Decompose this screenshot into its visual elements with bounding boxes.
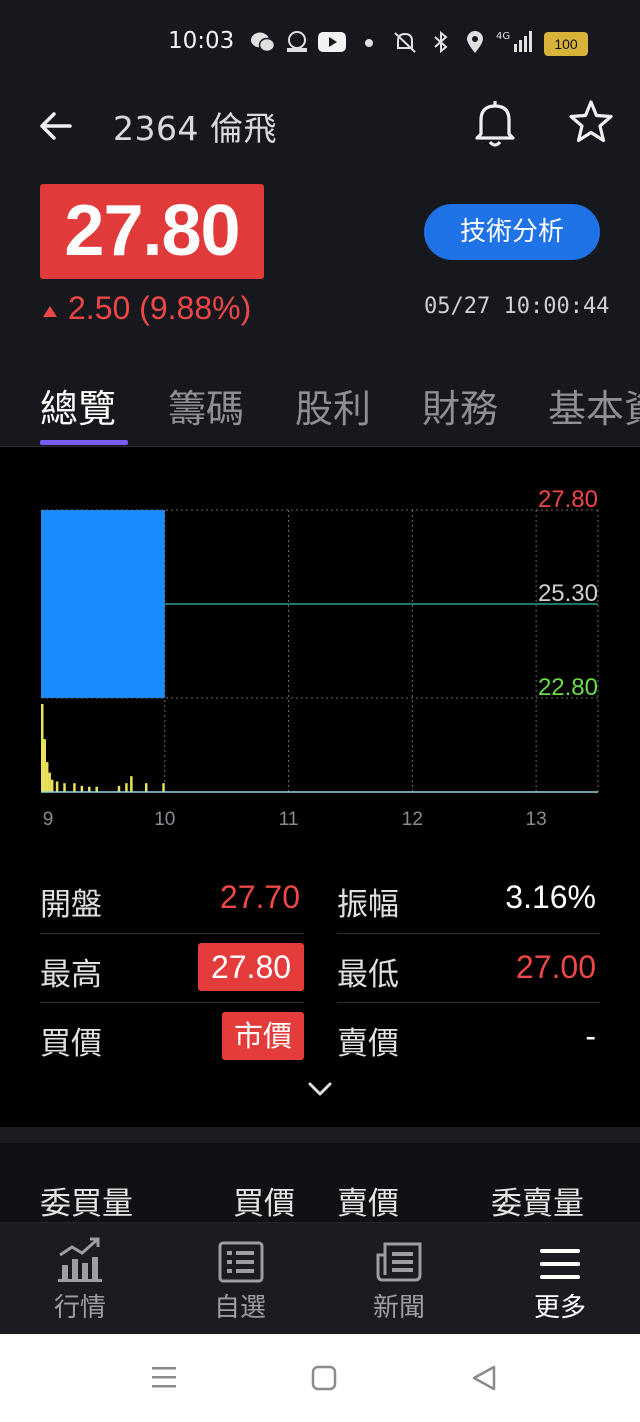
technical-analysis-button[interactable]: 技術分析 <box>424 204 600 260</box>
nav-market-label: 行情 <box>53 1293 106 1323</box>
volume-bar <box>45 762 49 792</box>
order-book-ask-price-header: 賣價 <box>337 1186 399 1222</box>
status-time: 10:03 <box>168 28 235 54</box>
order-book-bid-price-header: 買價 <box>233 1186 295 1222</box>
market-chart-icon <box>58 1237 102 1282</box>
volume-bar <box>130 776 133 792</box>
menu-icon <box>540 1249 580 1279</box>
x-tick-label: 12 <box>402 809 423 830</box>
intraday-chart[interactable]: 9 10 11 12 13 27.80 25.30 22.80 <box>0 447 640 847</box>
order-book-ask-volume-header: 委賣量 <box>491 1186 584 1222</box>
volume-bar <box>117 785 121 792</box>
last-price: 27.80 <box>40 184 264 279</box>
app-header: 2364 倫飛 <box>0 84 640 168</box>
order-book-bid-volume-header: 委買量 <box>40 1186 133 1222</box>
bid-label: 買價 <box>40 1026 102 1062</box>
x-tick-label: 11 <box>279 809 299 830</box>
x-tick-label: 10 <box>154 809 175 830</box>
volume-bar <box>50 779 54 792</box>
nav-news[interactable]: 新聞 <box>339 1223 459 1335</box>
nav-more-label: 更多 <box>533 1293 586 1323</box>
amplitude-label: 振幅 <box>337 887 399 923</box>
quote-timestamp: 05/27 10:00:44 <box>424 294 610 319</box>
dot-icon <box>365 39 373 47</box>
star-icon[interactable] <box>567 98 615 146</box>
overview-panel: 9 10 11 12 13 27.80 25.30 22.80 開盤 27.70 振幅 3.1… <box>0 447 640 1127</box>
volume-bar <box>88 786 91 792</box>
volume-bar <box>43 739 46 792</box>
mute-icon <box>394 32 416 53</box>
svg-text:4G: 4G <box>496 31 510 42</box>
ask-value: - <box>585 1018 596 1054</box>
home-icon[interactable] <box>310 1364 338 1392</box>
volume-bar <box>41 704 44 792</box>
signal-icon: 4G <box>496 31 532 52</box>
open-label: 開盤 <box>40 887 102 923</box>
tab-fundamentals[interactable]: 基本資 <box>548 378 640 433</box>
nav-more[interactable]: 更多 <box>500 1223 620 1335</box>
price-label-reference: 25.30 <box>538 580 598 607</box>
price-change: 2.50 (9.88%) <box>40 290 251 327</box>
x-tick-label: 13 <box>526 809 547 830</box>
nav-watchlist[interactable]: 自選 <box>180 1223 300 1335</box>
volume-bar <box>63 783 66 792</box>
tab-dividend[interactable]: 股利 <box>295 378 371 433</box>
back-triangle-icon[interactable] <box>470 1364 498 1392</box>
price-label-high: 27.80 <box>538 486 598 513</box>
wechat-icon <box>251 32 276 53</box>
volume-bar <box>80 785 84 792</box>
page-title: 2364 倫飛 <box>113 109 277 148</box>
low-label: 最低 <box>337 957 399 993</box>
nav-market[interactable]: 行情 <box>20 1223 140 1335</box>
price-area-fill <box>41 510 165 698</box>
tab-indicator <box>40 440 128 445</box>
youtube-icon <box>318 32 346 52</box>
x-tick-label: 9 <box>43 809 54 830</box>
low-value: 27.00 <box>515 949 596 985</box>
row-divider <box>40 1002 304 1003</box>
amplitude-value: 3.16% <box>505 879 596 915</box>
location-icon <box>467 31 483 53</box>
bid-value: 市價 <box>222 1012 304 1060</box>
high-label: 最高 <box>40 957 102 993</box>
news-icon <box>376 1242 422 1282</box>
bottom-navigation: 行情 自選 新聞 更多 <box>0 1222 640 1335</box>
nav-watchlist-label: 自選 <box>213 1293 266 1323</box>
high-value: 27.80 <box>198 943 304 991</box>
chevron-down-icon[interactable] <box>306 1079 334 1099</box>
volume-bar <box>144 783 148 792</box>
nav-news-label: 新聞 <box>372 1293 425 1323</box>
volume-bar <box>55 781 59 792</box>
bell-icon[interactable] <box>472 98 518 148</box>
battery-icon: 100 <box>544 32 588 56</box>
gomaji-icon <box>287 31 307 52</box>
watchlist-icon <box>218 1241 264 1283</box>
volume-bar <box>48 772 51 792</box>
price-label-low: 22.80 <box>538 674 598 701</box>
up-triangle-icon <box>43 305 57 317</box>
system-navigation-bar <box>0 1334 640 1422</box>
row-divider <box>337 1002 600 1003</box>
recent-apps-icon[interactable] <box>150 1364 178 1390</box>
section-separator <box>0 1127 640 1143</box>
open-value: 27.70 <box>219 879 300 915</box>
tab-overview[interactable]: 總覽 <box>40 378 116 433</box>
tab-chips[interactable]: 籌碼 <box>168 378 244 433</box>
tab-financials[interactable]: 財務 <box>422 378 498 433</box>
volume-bar <box>125 783 128 792</box>
volume-bar <box>95 786 98 792</box>
bluetooth-icon <box>434 30 448 54</box>
volume-bar <box>73 783 76 792</box>
row-divider <box>337 933 600 934</box>
ask-label: 賣價 <box>337 1026 399 1062</box>
back-arrow-icon[interactable] <box>36 106 76 146</box>
row-divider <box>40 933 304 934</box>
status-bar: 10:03 4G 100 <box>0 0 640 84</box>
